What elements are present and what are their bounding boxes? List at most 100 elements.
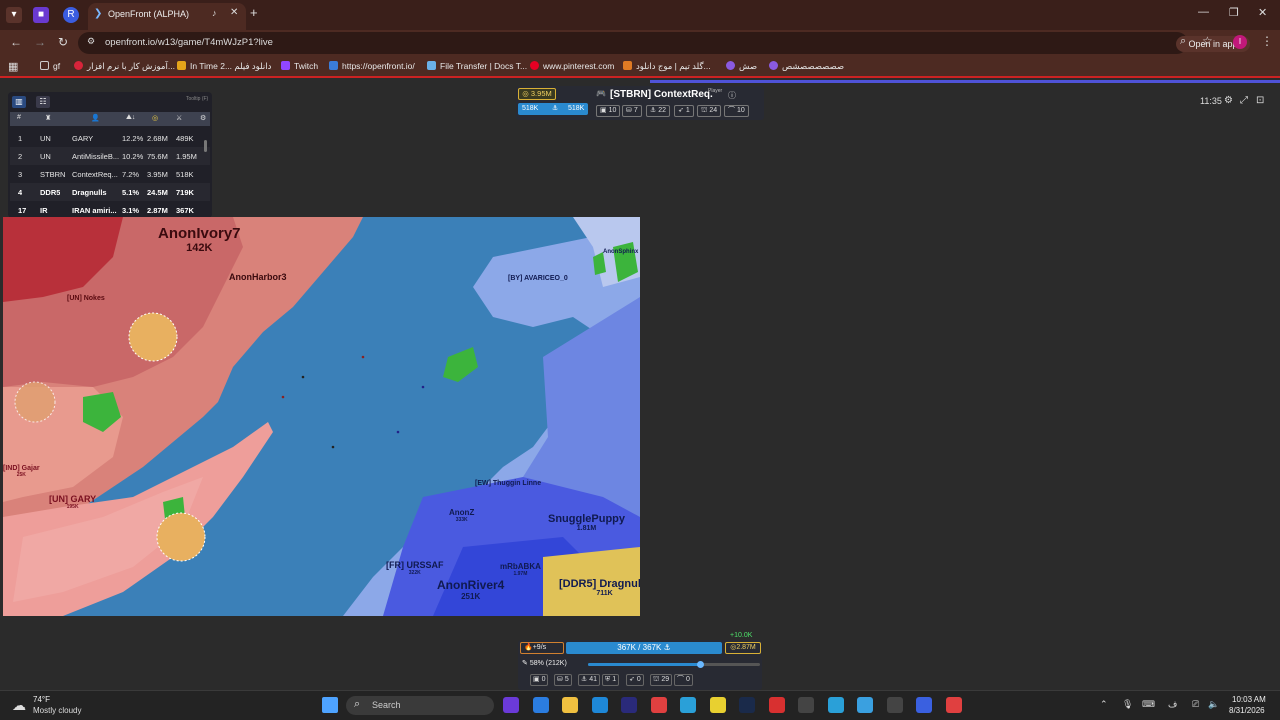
bookmark-item[interactable]: صش [726,61,757,72]
bookmark-item[interactable]: Twitch [281,61,318,71]
player-column-icon[interactable]: 👤 [91,114,100,122]
bookmark-item[interactable]: In Time 2... دانلود فیلم [177,61,271,72]
bookmark-item[interactable]: https://openfront.io/ [329,61,415,71]
chrome-icon[interactable] [650,697,667,713]
volume-icon[interactable]: 🔈 [1208,699,1219,710]
map-player-label[interactable]: [IND] Gajar 25K [3,465,40,478]
apps-grid-icon[interactable]: ▦ [8,60,18,73]
tab-search-icon[interactable]: ▾ [6,7,22,23]
map-player-label[interactable]: [DDR5] Dragnulls711K [559,578,640,597]
map-player-label[interactable]: AnonZ 333K [449,508,474,523]
map-player-label[interactable]: AnonIvory7 142K [158,225,241,254]
new-tab-button[interactable]: + [250,5,258,20]
bookmark-item[interactable]: www.pinterest.com [530,61,614,71]
tab-favicon-r[interactable]: R [63,7,79,23]
build-warship-button[interactable]: ⌒ 0 [674,674,693,686]
leaderboard-row[interactable]: 1 UN GARY 12.2% 2.68M 489K [10,129,210,147]
minimize-icon[interactable]: — [1198,6,1209,18]
build-city-button[interactable]: ▣ 0 [530,674,549,686]
steam-icon[interactable] [739,697,755,713]
obs-icon[interactable] [798,697,814,713]
bookmark-item[interactable]: گلد تیم | موج دانلود... [623,61,711,72]
chart-app-icon[interactable] [916,697,932,713]
leaderboard-row[interactable]: 4 DDR5 Dragnulls 5.1% 24.5M 719K [10,183,210,201]
telegram-icon[interactable] [680,697,696,713]
team-toggle-icon[interactable]: ☷ [36,96,50,108]
mic-icon[interactable]: 🎙 [1122,699,1133,710]
leaderboard-toggle-icon[interactable]: ▥ [12,96,26,108]
close-window-icon[interactable]: ✕ [1258,6,1267,19]
store-icon[interactable] [532,697,549,713]
gold-sort-icon[interactable]: ◎ [152,114,158,122]
language-icon[interactable]: ف [1168,699,1177,710]
leaderboard-row[interactable]: 2 UN AntiMissileB... 10.2% 75.6M 1.95M [10,147,210,165]
edge-icon[interactable] [591,697,608,713]
taskbar-search-box[interactable]: ⌕ Search [346,696,494,715]
settings-icon[interactable]: ⚙ [1224,95,1233,106]
map-player-label[interactable]: AnonHarbor3 [229,272,287,282]
app-icon[interactable] [768,697,785,713]
map-player-label[interactable]: [EW] Thuggin Linne [475,480,541,487]
clock-time[interactable]: 10:03 AM [1232,695,1266,704]
edge-alt-icon[interactable] [857,697,873,713]
map-player-label[interactable]: AnonSphinx [603,249,638,255]
settings-icon[interactable] [886,697,903,713]
url-box[interactable]: ⚙ openfront.io/w13/game/T4mWJzP1?live Op… [78,32,1250,54]
bookmark-item[interactable]: صصصصصصشص [769,61,844,72]
attack-ratio-slider[interactable] [588,661,760,668]
chrome-active-icon[interactable] [945,697,962,713]
copilot-icon[interactable] [503,697,519,713]
bookmark-item[interactable]: آموزش کار با نرم افزار... [74,61,175,72]
player-label-name: [BY] AVARICEO_0 [508,275,568,282]
build-port-button[interactable]: ⚓ 41 [578,674,601,686]
tab-audio-icon[interactable]: ♪ [212,8,217,18]
settings-column-icon[interactable]: ⚙ [200,114,206,122]
bookmark-star-icon[interactable]: ☆ [1202,34,1213,48]
forward-icon[interactable]: → [34,35,46,49]
zoom-icon[interactable]: ⌕ [1180,35,1186,48]
build-missile-button[interactable]: ➶ 0 [626,674,644,686]
map-player-label[interactable]: [UN] Nokes [67,295,105,302]
notes-icon[interactable] [709,697,726,713]
bookmark-item[interactable]: gf [40,61,60,71]
map-player-label[interactable]: mRbABKA 1.97M [500,562,541,577]
menu-icon[interactable]: ⋮ [1261,34,1273,48]
weather-icon[interactable]: ☁ [12,697,26,714]
start-icon[interactable] [322,697,338,713]
exit-icon[interactable]: ⊡ [1256,95,1264,106]
photoshop-icon[interactable] [621,697,637,713]
clock-date[interactable]: 8/31/2026 [1229,706,1265,715]
map-player-label[interactable]: [UN] GARY 195K [49,494,96,510]
leaderboard-row[interactable]: 3 STBRN ContextReq... 7.2% 3.95M 518K [10,165,210,183]
slider-knob[interactable] [696,661,704,668]
clan-column-icon[interactable]: ♜ [45,114,51,122]
fullscreen-icon[interactable]: ⤢ [1240,95,1248,106]
map-player-label[interactable]: SnugglePuppy 1.81M [548,513,625,532]
land-sort-icon[interactable]: ⛰↓ [126,114,135,122]
build-factory-button[interactable]: ⛁ 5 [554,674,572,686]
restore-icon[interactable]: ❐ [1229,6,1239,19]
info-icon[interactable]: ⓘ [728,90,736,101]
map-player-label[interactable]: [FR] URSSAF 322K [386,560,444,576]
build-defense-post-button[interactable]: ⛨ 1 [602,674,620,686]
map-player-label[interactable]: AnonRiver4 251K [437,578,504,601]
troops-sort-icon[interactable]: ⚔ [176,114,182,122]
leaderboard-scrollbar[interactable] [204,140,207,152]
bookmark-item[interactable]: File Transfer | Docs T... [427,61,527,71]
network-icon[interactable]: ⎚ [1192,699,1199,710]
tab-close-icon[interactable]: ✕ [230,7,238,18]
active-tab[interactable]: ❯ OpenFront (ALPHA) ♪ ✕ [88,3,246,30]
telegram-alt-icon[interactable] [827,697,844,713]
build-sam-button[interactable]: ⛫ 29 [650,674,673,686]
back-icon[interactable]: ← [10,35,22,49]
file-explorer-icon[interactable] [562,697,578,713]
profile-avatar[interactable]: I [1233,35,1247,49]
tab-favicon-app[interactable]: ■ [33,7,49,23]
site-info-icon[interactable]: ⚙ [87,36,95,47]
map-player-label[interactable]: [BY] AVARICEO_0 [508,275,568,282]
reload-icon[interactable]: ↻ [58,35,68,49]
tray-chevron-icon[interactable]: ⌃ [1100,699,1108,710]
bookmarks-bar: ▦ gf آموزش کار با نرم افزار... In Time 2… [0,56,1280,78]
game-map[interactable]: AnonIvory7 142K AnonHarbor3 [UN] GARY 195K [I… [3,217,640,616]
keyboard-icon[interactable]: ⌨ [1142,699,1155,710]
